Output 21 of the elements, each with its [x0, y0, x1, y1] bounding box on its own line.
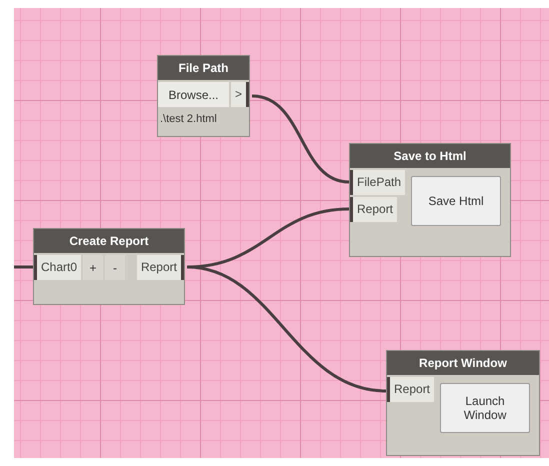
output-port[interactable]: Report — [136, 255, 184, 280]
browse-button[interactable]: Browse... — [158, 82, 229, 107]
node-button[interactable]: Launch Window — [440, 383, 530, 433]
output-port[interactable]: > — [230, 82, 249, 107]
node-title: File Path — [158, 56, 249, 80]
node-title: Create Report — [34, 229, 184, 253]
input-port[interactable]: FilePath — [350, 170, 406, 195]
node[interactable]: Create Report Chart0 + - Report — [33, 228, 185, 305]
add-input-button[interactable]: + — [83, 255, 104, 280]
node[interactable]: Save to Html FilePath Report Save Html — [349, 143, 511, 257]
file-path-value: .\test 2.html — [159, 112, 218, 127]
input-port[interactable]: Report — [387, 377, 434, 402]
node-title: Report Window — [387, 351, 539, 375]
input-port[interactable]: Report — [350, 197, 398, 222]
node-button[interactable]: Save Html — [411, 176, 502, 226]
input-port[interactable]: Chart0 — [34, 255, 82, 280]
wire — [14, 266, 33, 268]
node-title: Save to Html — [350, 144, 510, 168]
node[interactable]: File Path Browse... > .\test 2.html — [157, 55, 250, 137]
node[interactable]: Report Window Report Launch Window — [386, 350, 540, 456]
remove-input-button[interactable]: - — [105, 255, 126, 280]
